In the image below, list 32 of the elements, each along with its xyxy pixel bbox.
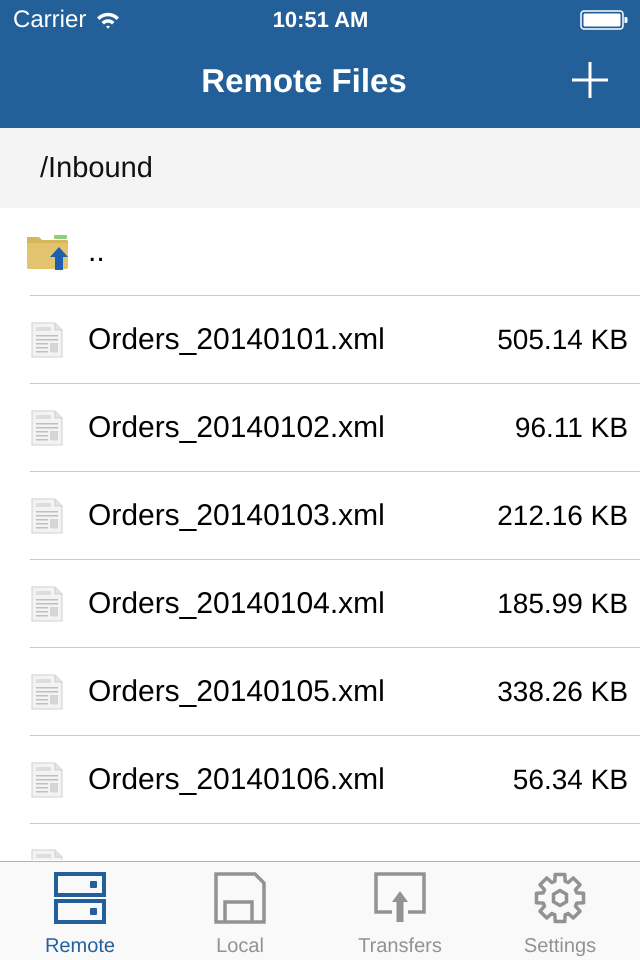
screen-title: Remote Files [201, 61, 407, 101]
file-size: 338.26 KB [497, 674, 628, 708]
file-name[interactable]: Orders_20140102.xml [88, 410, 515, 446]
status-time: 10:51 AM [272, 6, 368, 34]
parent-folder-link[interactable]: .. [88, 234, 628, 270]
add-button[interactable] [572, 62, 608, 98]
document-icon [31, 498, 63, 534]
settings-icon [534, 872, 586, 924]
file-size: 212.16 KB [497, 498, 628, 532]
folder-path: /Inbound [40, 151, 153, 185]
document-icon [31, 762, 63, 798]
file-name[interactable]: Orders_20140101.xml [88, 322, 498, 358]
tab-bar-item[interactable]: Remote [0, 862, 160, 960]
document-icon [31, 586, 63, 622]
plus-icon [572, 62, 608, 98]
file-name[interactable]: Orders_20140104.xml [88, 586, 498, 622]
file-size: 505.14 KB [497, 322, 628, 356]
file-size: 56.34 KB [512, 762, 628, 796]
file-name[interactable]: Orders_20140103.xml [88, 498, 498, 534]
carrier-name: Carrier [13, 6, 86, 34]
battery-icon [580, 10, 628, 30]
server-icon [54, 872, 106, 924]
file-name[interactable]: Orders_20140106.xml [88, 762, 513, 798]
document-icon [31, 674, 63, 710]
file-name[interactable]: Orders_20140105.xml [88, 674, 498, 710]
file-size: 96.11 KB [514, 410, 628, 444]
wifi-icon [96, 11, 120, 29]
upload-icon [374, 872, 426, 924]
file-size: 185.99 KB [497, 586, 628, 620]
document-icon [31, 410, 63, 446]
folder-up-icon [26, 232, 68, 270]
document-icon [31, 322, 63, 358]
